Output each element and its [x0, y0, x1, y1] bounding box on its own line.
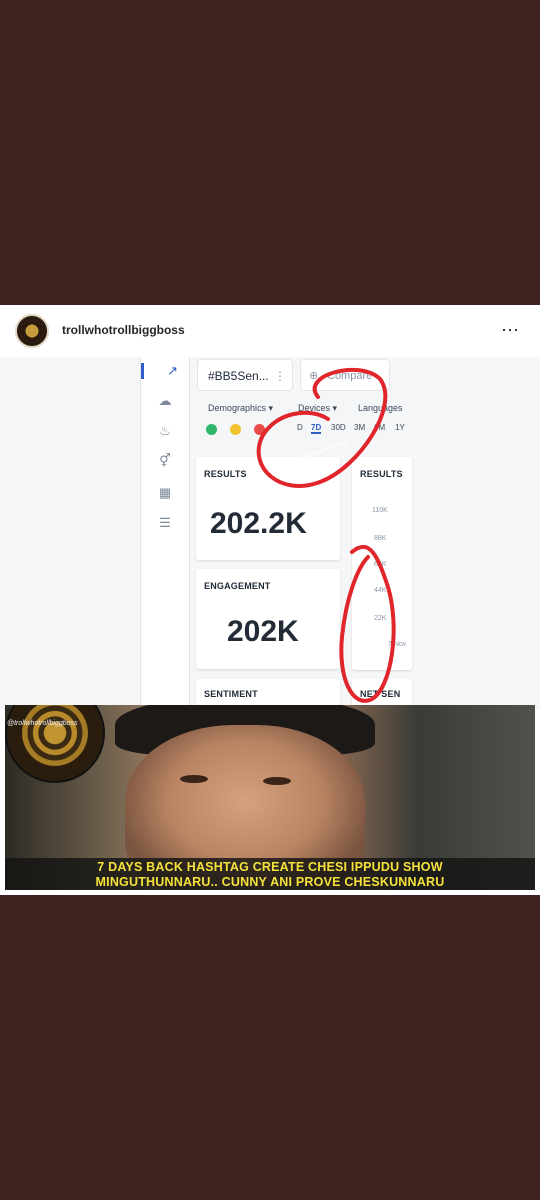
results-label: RESULTS	[204, 469, 247, 479]
range-30d[interactable]: 30D	[331, 423, 346, 432]
watermark: @trollwhotrollbiggboss	[7, 720, 78, 727]
negative-sentiment-icon[interactable]	[254, 424, 265, 435]
engagement-label: ENGAGEMENT	[204, 581, 271, 591]
cloud-icon[interactable]: ☁	[155, 393, 175, 409]
sentiment-label: SENTIMENT	[204, 689, 258, 699]
range-1y[interactable]: 1Y	[395, 423, 405, 432]
hashtag-chip[interactable]: #BB5Sen... ⋮	[197, 359, 293, 391]
neutral-sentiment-icon[interactable]	[230, 424, 241, 435]
trend-icon[interactable]: ↗	[141, 363, 178, 379]
range-d[interactable]: D	[297, 423, 303, 432]
tick-label: 88K	[374, 535, 387, 542]
influence-icon[interactable]: ♨	[155, 423, 175, 439]
compare-chip[interactable]: ⊕ Compare	[300, 359, 390, 391]
side-nav: ↗ ☁ ♨ ⚥ ▦ ☰	[140, 357, 190, 710]
bigg-boss-logo-icon	[5, 705, 105, 783]
results-chart-card: RESULTS 110K 88K 66K 44K 22K 7 Nov	[352, 457, 412, 670]
results-card: RESULTS 202.2K	[196, 457, 340, 560]
range-6m[interactable]: 6M	[374, 423, 385, 432]
gender-icon[interactable]: ⚥	[155, 453, 175, 469]
tick-label: 110K	[372, 507, 388, 514]
net-sentiment-label: NET SEN	[360, 689, 401, 699]
caption-line-1: 7 DAYS BACK HASHTAG CREATE CHESI IPPUDU …	[97, 860, 443, 874]
caption-line-2: MINGUTHUNNARU.. CUNNY ANI PROVE CHESKUNN…	[95, 875, 445, 889]
languages-filter[interactable]: Languages	[358, 403, 403, 413]
list-icon[interactable]: ☰	[155, 515, 175, 531]
results-value: 202.2K	[210, 507, 307, 540]
tick-label: 66K	[374, 561, 387, 568]
tick-label: 22K	[374, 615, 387, 622]
results-chart-label: RESULTS	[360, 469, 403, 479]
more-options-icon[interactable]: ⋯	[501, 320, 520, 341]
range-7d[interactable]: 7D	[311, 423, 322, 434]
engagement-card: ENGAGEMENT 202K	[196, 569, 340, 669]
post-header: trollwhotrollbiggboss ⋯	[0, 305, 540, 357]
tick-label: 7 Nov	[388, 641, 407, 648]
range-3m[interactable]: 3M	[354, 423, 365, 432]
analytics-screenshot: ↗ ☁ ♨ ⚥ ▦ ☰ #BB5Sen... ⋮ ⊕ Compare Demogra…	[0, 357, 540, 710]
positive-sentiment-icon[interactable]	[206, 424, 217, 435]
left-eye	[180, 775, 208, 783]
right-eye	[263, 777, 291, 785]
instagram-post: trollwhotrollbiggboss ⋯ ↗ ☁ ♨ ⚥ ▦ ☰ #BB5…	[0, 305, 540, 895]
engagement-value: 202K	[227, 615, 299, 648]
username-link[interactable]: trollwhotrollbiggboss	[62, 323, 185, 337]
meme-caption: 7 DAYS BACK HASHTAG CREATE CHESI IPPUDU …	[5, 858, 535, 890]
demographics-filter[interactable]: Demographics ▾	[208, 403, 273, 414]
profile-avatar[interactable]	[15, 314, 49, 348]
tick-label: 44K	[374, 587, 387, 594]
map-icon[interactable]: ▦	[155, 485, 175, 501]
meme-image: @trollwhotrollbiggboss 7 DAYS BACK HASHT…	[5, 705, 535, 890]
devices-filter[interactable]: Devices ▾	[298, 403, 337, 414]
